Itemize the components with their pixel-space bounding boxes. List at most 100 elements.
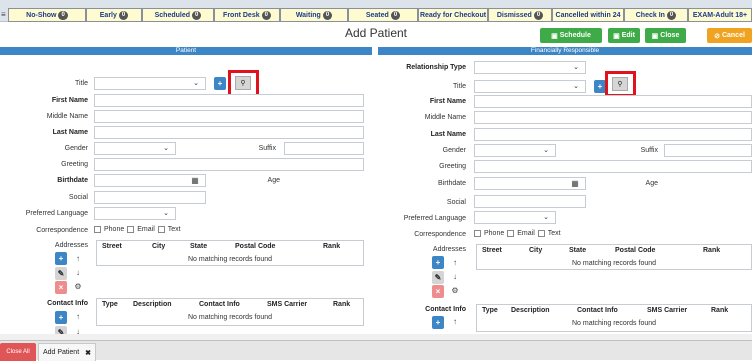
arrow-down-icon[interactable]: ↓ xyxy=(72,268,84,277)
cancel-button[interactable]: ⊘ Cancel xyxy=(707,28,752,43)
empty-message: No matching records found xyxy=(571,320,657,327)
close-button[interactable]: ▣ Close xyxy=(645,28,686,43)
calendar-icon[interactable]: ▦ xyxy=(189,176,201,185)
middle-name-field[interactable] xyxy=(94,110,364,123)
arrow-up-icon[interactable]: ↑ xyxy=(449,258,461,267)
preferred-language-select[interactable]: ⌄ xyxy=(94,207,176,220)
column-header-rank[interactable]: Rank xyxy=(711,307,728,314)
add-address-button[interactable]: + xyxy=(432,256,444,269)
column-header-sms-carrier[interactable]: SMS Carrier xyxy=(647,307,687,314)
last-name-field[interactable] xyxy=(474,128,752,141)
menu-icon[interactable]: ≡ xyxy=(1,10,6,19)
add-contact-button[interactable]: + xyxy=(55,311,67,324)
gear-icon[interactable]: ⚙ xyxy=(449,286,461,295)
contact-info-label: Contact Info xyxy=(425,306,466,313)
column-header-type[interactable]: Type xyxy=(102,301,118,308)
title-select[interactable]: ⌄ xyxy=(94,77,206,90)
edit-button[interactable]: ▣ Edit xyxy=(608,28,640,43)
email-checkbox[interactable] xyxy=(507,230,515,237)
count-badge: 0 xyxy=(58,10,68,20)
add-patient-tab[interactable]: Add Patient ✖ xyxy=(38,343,96,361)
arrow-up-icon[interactable]: ↑ xyxy=(72,254,84,263)
title-select[interactable]: ⌄ xyxy=(474,80,586,93)
column-header-rank[interactable]: Rank xyxy=(703,247,720,254)
save-icon: ▣ xyxy=(613,32,620,40)
calendar-icon[interactable]: ▦ xyxy=(569,179,581,188)
birthdate-field[interactable]: ▦ xyxy=(474,177,586,190)
status-tab-check-in[interactable]: Check In 0 xyxy=(624,8,688,22)
bottom-tab-bar: Close All Add Patient ✖ xyxy=(0,340,752,361)
suffix-field[interactable] xyxy=(284,142,364,155)
edit-address-button[interactable]: ✎ xyxy=(432,271,444,284)
column-header-street[interactable]: Street xyxy=(482,247,502,254)
column-header-city[interactable]: City xyxy=(529,247,542,254)
status-tab-bar: ≡ No-Show 0 Early 0 Scheduled 0 Front Desk 0… xyxy=(0,0,752,22)
first-name-field[interactable] xyxy=(94,94,364,107)
relationship-type-select[interactable]: ⌄ xyxy=(474,61,586,74)
email-checkbox[interactable] xyxy=(127,226,135,233)
column-header-description[interactable]: Description xyxy=(511,307,550,314)
status-tab-dismissed[interactable]: Dismissed 0 xyxy=(488,8,552,22)
social-field[interactable] xyxy=(474,195,586,208)
social-field[interactable] xyxy=(94,191,206,204)
title-label: Title xyxy=(453,83,466,90)
column-header-state[interactable]: State xyxy=(569,247,586,254)
column-header-postal-code[interactable]: Postal Code xyxy=(615,247,655,254)
middle-name-field[interactable] xyxy=(474,111,752,124)
save-icon: ▣ xyxy=(651,32,659,40)
column-header-rank[interactable]: Rank xyxy=(333,301,350,308)
text-checkbox[interactable] xyxy=(537,230,545,237)
close-icon[interactable]: ✖ xyxy=(85,349,91,357)
column-header-contact-info[interactable]: Contact Info xyxy=(577,307,618,314)
arrow-down-icon[interactable]: ↓ xyxy=(449,272,461,281)
delete-address-button[interactable]: × xyxy=(55,281,67,294)
search-icon[interactable]: ⚲ xyxy=(612,77,628,91)
gear-icon[interactable]: ⚙ xyxy=(72,282,84,291)
delete-address-button[interactable]: × xyxy=(432,285,444,298)
text-checkbox[interactable] xyxy=(157,226,165,233)
status-tab-exam-adult[interactable]: EXAM-Adult 18+ xyxy=(688,8,752,22)
arrow-up-icon[interactable]: ↑ xyxy=(72,312,84,321)
preferred-language-select[interactable]: ⌄ xyxy=(474,211,556,224)
gender-select[interactable]: ⌄ xyxy=(94,142,176,155)
edit-address-button[interactable]: ✎ xyxy=(55,267,67,280)
middle-name-label: Middle Name xyxy=(424,114,466,121)
column-header-street[interactable]: Street xyxy=(102,243,122,250)
column-header-sms-carrier[interactable]: SMS Carrier xyxy=(267,301,307,308)
column-header-contact-info[interactable]: Contact Info xyxy=(199,301,240,308)
contact-table: Type Description Contact Info SMS Carrie… xyxy=(476,304,752,332)
phone-checkbox[interactable] xyxy=(474,230,481,237)
column-header-rank[interactable]: Rank xyxy=(323,243,340,250)
status-tab-scheduled[interactable]: Scheduled 0 xyxy=(142,8,214,22)
status-tab-no-show[interactable]: No-Show 0 xyxy=(8,8,86,22)
status-tab-cancelled-within-24[interactable]: Cancelled within 24 xyxy=(552,8,624,22)
status-tab-ready-for-checkout[interactable]: Ready for Checkout xyxy=(418,8,488,22)
add-title-button[interactable]: + xyxy=(214,77,226,90)
arrow-up-icon[interactable]: ↑ xyxy=(449,317,461,326)
status-tab-early[interactable]: Early 0 xyxy=(86,8,142,22)
gender-select[interactable]: ⌄ xyxy=(474,144,556,157)
column-header-city[interactable]: City xyxy=(152,243,165,250)
birthdate-field[interactable]: ▦ xyxy=(94,174,206,187)
add-contact-button[interactable]: + xyxy=(432,316,444,329)
column-header-type[interactable]: Type xyxy=(482,307,498,314)
count-badge: 0 xyxy=(118,10,129,20)
schedule-button[interactable]: ▣ Schedule xyxy=(540,28,602,43)
chevron-down-icon: ⌄ xyxy=(163,145,169,152)
column-header-state[interactable]: State xyxy=(190,243,207,250)
add-address-button[interactable]: + xyxy=(55,252,67,265)
last-name-field[interactable] xyxy=(94,126,364,139)
greeting-field[interactable] xyxy=(474,160,752,173)
status-tab-front-desk[interactable]: Front Desk 0 xyxy=(214,8,280,22)
search-icon[interactable]: ⚲ xyxy=(235,76,251,90)
column-header-postal-code[interactable]: Postal Code xyxy=(235,243,275,250)
greeting-field[interactable] xyxy=(94,158,364,171)
status-tab-waiting[interactable]: Waiting 0 xyxy=(280,8,348,22)
suffix-field[interactable] xyxy=(664,144,752,157)
first-name-field[interactable] xyxy=(474,95,752,108)
status-tab-seated[interactable]: Seated 0 xyxy=(348,8,418,22)
social-label: Social xyxy=(68,194,88,201)
column-header-description[interactable]: Description xyxy=(133,301,172,308)
phone-checkbox[interactable] xyxy=(94,226,101,233)
close-all-button[interactable]: Close All xyxy=(0,343,36,361)
